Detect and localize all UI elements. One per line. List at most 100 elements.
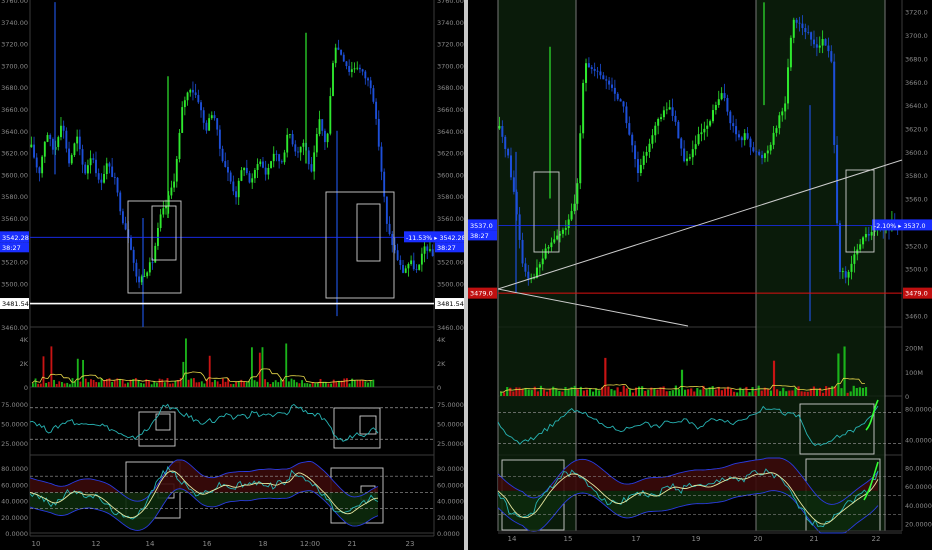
volume-bar xyxy=(66,382,69,387)
candle-body xyxy=(340,49,343,55)
volume-bar xyxy=(506,387,509,396)
candle-body xyxy=(844,271,847,278)
candle-body xyxy=(350,69,353,72)
rsi-tick-right: 40.0000 xyxy=(905,437,932,445)
volume-bar xyxy=(327,383,330,387)
candle-body xyxy=(264,167,267,175)
price-tick-right: 3620.0 xyxy=(905,125,928,133)
volume-bar xyxy=(53,379,55,387)
candle-body xyxy=(313,152,316,172)
candle-body xyxy=(668,107,671,110)
stoch-tick-right: 80.0000 xyxy=(437,465,464,473)
candle-body xyxy=(111,166,114,177)
candle-body xyxy=(51,139,54,150)
x-tick-label: 17 xyxy=(632,535,641,543)
volume-bar xyxy=(134,378,137,387)
stoch-tick-left: 0.0000 xyxy=(5,530,28,538)
candle-body xyxy=(628,123,631,135)
candle-body xyxy=(135,262,138,277)
candle-body xyxy=(585,63,588,83)
volume-bar xyxy=(742,389,745,396)
candle-body xyxy=(833,61,836,145)
price-tick-right: 3560.00 xyxy=(437,215,464,223)
candle-body xyxy=(608,80,611,85)
volume-bar xyxy=(42,356,45,387)
volume-bar xyxy=(316,382,319,387)
candle-body xyxy=(148,262,151,273)
candle-body xyxy=(38,167,41,174)
candle-body xyxy=(205,122,208,131)
candle-body xyxy=(818,45,821,48)
price-tick-left: 3760.00 xyxy=(1,0,28,5)
volume-bar xyxy=(119,378,121,387)
candle-body xyxy=(377,118,380,147)
candle-body xyxy=(662,110,665,118)
volume-bar xyxy=(121,379,124,387)
volume-bar xyxy=(261,347,264,387)
candle-body xyxy=(735,126,738,135)
volume-bar xyxy=(306,383,309,387)
volume-bar xyxy=(113,380,116,387)
candle-body xyxy=(310,164,313,172)
volume-bar xyxy=(253,380,256,387)
volume-bar xyxy=(546,391,549,396)
candle-body xyxy=(758,151,761,155)
candle-body xyxy=(671,107,674,116)
x-tick-label: 23 xyxy=(406,540,415,548)
candle-body xyxy=(200,102,202,111)
volume-bar xyxy=(216,381,219,387)
volume-bar xyxy=(345,378,348,387)
candle-body xyxy=(33,144,35,158)
volume-bar xyxy=(751,387,754,396)
rsi-tick-left: 75.0000 xyxy=(1,401,28,409)
volume-bar xyxy=(665,391,668,396)
candle-body xyxy=(561,229,564,234)
candle-body xyxy=(737,134,740,138)
volume-bar xyxy=(831,386,834,396)
candle-body xyxy=(781,111,784,116)
candle-body xyxy=(579,133,582,184)
candle-body xyxy=(674,115,677,122)
candle-body xyxy=(726,97,729,112)
current-price-pct: -11.53% ▸ 3542.28 xyxy=(406,235,464,242)
candle-body xyxy=(841,271,844,272)
volume-bar xyxy=(662,386,665,396)
right-chart-panel[interactable]: 3720.0 3700.0 3680.0 3660.0 3640.0 3620.0 3600… xyxy=(468,0,932,550)
candle-body xyxy=(224,161,227,167)
volume-bar xyxy=(221,378,224,387)
volume-bar xyxy=(730,388,733,396)
candle-body xyxy=(761,154,764,159)
volume-bar xyxy=(359,380,362,387)
price-tick-right: 3580.0 xyxy=(905,172,928,180)
price-tick-right: 3560.0 xyxy=(905,196,928,204)
candle-body xyxy=(272,153,275,162)
volume-bar xyxy=(97,382,100,387)
candle-body xyxy=(680,138,683,149)
volume-bar xyxy=(71,378,74,387)
candle-body xyxy=(613,87,616,94)
candle-body xyxy=(504,136,507,149)
candle-body xyxy=(717,99,720,106)
candle-body xyxy=(426,246,429,251)
candle-body xyxy=(60,125,62,138)
candle-body xyxy=(867,234,870,236)
price-tick-right: 3520.00 xyxy=(437,259,464,267)
volume-bar xyxy=(647,389,650,396)
volume-bar xyxy=(852,385,855,396)
volume-bar xyxy=(858,387,861,396)
candle-body xyxy=(399,259,402,266)
candle-body xyxy=(194,92,197,96)
volume-tick-right: 4K xyxy=(437,336,446,344)
x-tick-label: 21 xyxy=(810,535,819,543)
candle-body xyxy=(567,219,570,229)
current-price-label-left: 3537.0 xyxy=(470,222,493,230)
volume-bar xyxy=(782,387,785,396)
volume-bar xyxy=(171,383,174,387)
volume-bar xyxy=(518,387,521,396)
candle-body xyxy=(232,181,235,192)
candle-body xyxy=(68,148,70,164)
candle-body xyxy=(709,121,712,126)
candle-body xyxy=(192,89,194,93)
candle-body xyxy=(332,63,334,97)
left-chart-panel[interactable]: 3760.00 3760.00 3740.00 3740.00 3720.00 3720.… xyxy=(0,0,464,550)
